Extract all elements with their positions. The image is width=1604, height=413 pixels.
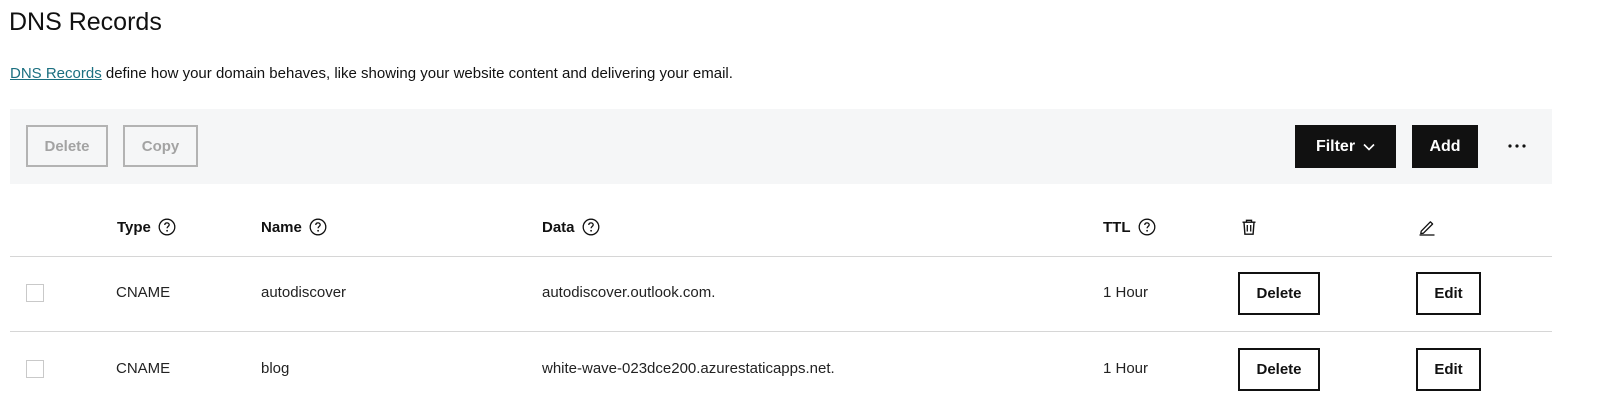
table-row: CNAME autodiscover autodiscover.outlook.… bbox=[10, 256, 1552, 332]
filter-button[interactable]: Filter bbox=[1295, 125, 1396, 168]
column-name: Name bbox=[261, 218, 327, 236]
delete-record-button[interactable]: Delete bbox=[1238, 348, 1320, 391]
filter-button-label: Filter bbox=[1315, 137, 1356, 155]
record-name: autodiscover bbox=[261, 284, 347, 301]
column-data: Data bbox=[542, 218, 600, 236]
edit-record-button[interactable]: Edit bbox=[1416, 272, 1481, 315]
record-type: CNAME bbox=[116, 360, 171, 377]
help-icon[interactable] bbox=[582, 218, 600, 236]
record-data: autodiscover.outlook.com. bbox=[542, 284, 716, 301]
trash-icon bbox=[1240, 218, 1258, 241]
table-row: CNAME blog white-wave-023dce200.azuresta… bbox=[10, 332, 1552, 407]
dns-records-page: DNS Records DNS Records define how your … bbox=[0, 0, 1604, 413]
copy-button[interactable]: Copy bbox=[123, 125, 198, 167]
ellipsis-icon[interactable] bbox=[1505, 135, 1529, 157]
delete-selected-button[interactable]: Delete bbox=[26, 125, 108, 167]
chevron-down-icon bbox=[1363, 143, 1375, 151]
add-record-button[interactable]: Add bbox=[1412, 125, 1478, 168]
column-ttl-label: TTL bbox=[1103, 218, 1131, 236]
toolbar: Delete Copy Filter Add bbox=[10, 109, 1552, 184]
intro-description: define how your domain behaves, like sho… bbox=[101, 65, 733, 82]
table-header: Type Name Data TTL bbox=[10, 184, 1552, 257]
page-title: DNS Records bbox=[9, 8, 162, 36]
column-type-label: Type bbox=[117, 218, 151, 236]
intro-text: DNS Records define how your domain behav… bbox=[10, 65, 733, 82]
row-checkbox[interactable] bbox=[26, 360, 44, 378]
pencil-icon bbox=[1418, 218, 1436, 241]
record-name: blog bbox=[261, 360, 290, 377]
column-data-label: Data bbox=[542, 218, 575, 236]
help-icon[interactable] bbox=[309, 218, 327, 236]
column-type: Type bbox=[117, 218, 176, 236]
record-type: CNAME bbox=[116, 284, 171, 301]
help-icon[interactable] bbox=[158, 218, 176, 236]
record-ttl: 1 Hour bbox=[1103, 284, 1149, 301]
dns-records-link[interactable]: DNS Records bbox=[10, 65, 102, 82]
column-name-label: Name bbox=[261, 218, 302, 236]
record-data: white-wave-023dce200.azurestaticapps.net… bbox=[542, 360, 835, 377]
row-checkbox[interactable] bbox=[26, 284, 44, 302]
delete-record-button[interactable]: Delete bbox=[1238, 272, 1320, 315]
help-icon[interactable] bbox=[1138, 218, 1156, 236]
edit-record-button[interactable]: Edit bbox=[1416, 348, 1481, 391]
record-ttl: 1 Hour bbox=[1103, 360, 1149, 377]
column-ttl: TTL bbox=[1103, 218, 1156, 236]
